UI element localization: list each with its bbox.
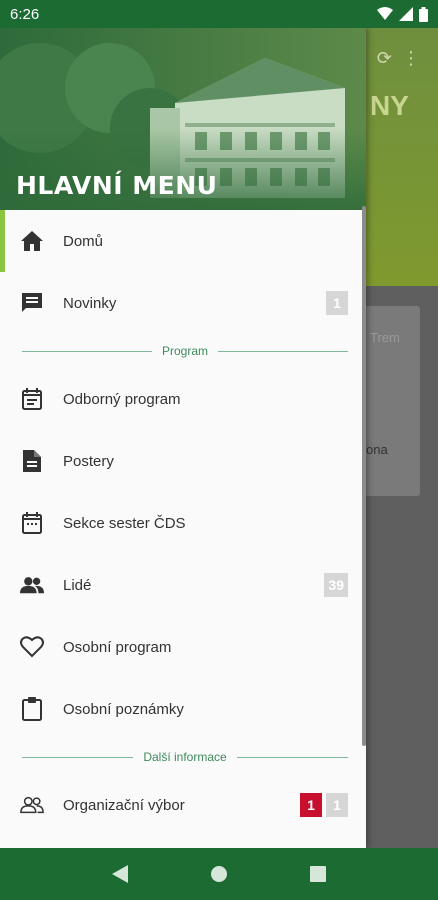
divider-line — [236, 756, 348, 758]
section-divider-program: Program — [0, 334, 366, 368]
menu-item-posters[interactable]: Postery — [0, 430, 366, 492]
menu-item-news[interactable]: Novinky 1 — [0, 272, 366, 334]
home-circle-icon — [210, 866, 227, 882]
system-navigation-bar — [0, 848, 438, 900]
count-badge: 1 — [326, 793, 348, 817]
divider-line — [22, 350, 152, 352]
unread-badge: 1 — [300, 793, 322, 817]
status-icons — [377, 6, 428, 22]
count-badge: 1 — [326, 291, 348, 315]
drawer-title: HLAVNÍ MENU — [16, 171, 218, 200]
drawer-header: HLAVNÍ MENU — [0, 28, 366, 210]
recents-button[interactable] — [298, 854, 338, 894]
menu-item-label: Domů — [63, 232, 104, 250]
background-card-text: Trem — [370, 330, 400, 345]
menu-item-organizing-committee[interactable]: Organizační výbor 1 1 — [0, 774, 366, 836]
count-badge: 39 — [324, 573, 348, 597]
people-icon — [20, 573, 44, 597]
background-actions: ⟳ ⋮ — [376, 48, 420, 68]
menu-item-nurses-section[interactable]: Sekce sester ČDS — [0, 492, 366, 554]
home-button[interactable] — [199, 854, 239, 894]
menu-item-label: Osobní program — [63, 638, 172, 656]
divider-line — [22, 756, 134, 758]
background-card: Trem ona — [364, 306, 420, 496]
home-icon — [20, 229, 44, 253]
menu-item-label: Osobní poznámky — [63, 700, 184, 718]
badges: 39 — [324, 573, 348, 597]
drawer-scrollbar[interactable] — [362, 206, 366, 746]
divider-line — [218, 350, 349, 352]
menu-item-label: Postery — [63, 452, 114, 470]
back-icon — [111, 865, 128, 883]
document-icon — [20, 449, 44, 473]
clipboard-icon — [20, 697, 44, 721]
menu-item-label: Organizační výbor — [63, 796, 185, 814]
calendar-icon — [20, 511, 44, 535]
calendar-list-icon — [20, 387, 44, 411]
menu-item-personal-notes[interactable]: Osobní poznámky — [0, 678, 366, 740]
section-title: Další informace — [143, 750, 227, 764]
navigation-drawer: HLAVNÍ MENU Domů Novinky 1 Program Odbor… — [0, 28, 366, 848]
menu-item-label: Odborný program — [63, 390, 181, 408]
people-outline-icon — [20, 793, 44, 817]
recents-icon — [310, 866, 327, 882]
wifi-icon — [377, 7, 393, 20]
battery-icon — [419, 6, 428, 22]
background-title: NY — [370, 90, 409, 121]
status-time: 6:26 — [10, 5, 40, 23]
heart-icon — [20, 635, 44, 659]
menu-item-professional-program[interactable]: Odborný program — [0, 368, 366, 430]
drawer-menu: Domů Novinky 1 Program Odborný program P… — [0, 210, 366, 836]
menu-item-people[interactable]: Lidé 39 — [0, 554, 366, 616]
badges: 1 — [326, 291, 348, 315]
menu-item-label: Novinky — [63, 294, 117, 312]
signal-icon — [399, 7, 413, 21]
badges: 1 1 — [300, 793, 348, 817]
menu-item-home[interactable]: Domů — [0, 210, 366, 272]
menu-item-personal-program[interactable]: Osobní program — [0, 616, 366, 678]
back-button[interactable] — [100, 854, 140, 894]
menu-item-label: Sekce sester ČDS — [63, 514, 186, 532]
section-title: Program — [162, 344, 209, 358]
section-divider-more-info: Další informace — [0, 740, 366, 774]
background-card-text-2: ona — [366, 442, 388, 457]
message-icon — [20, 291, 44, 315]
menu-item-label: Lidé — [63, 576, 92, 594]
status-bar: 6:26 — [0, 0, 438, 28]
